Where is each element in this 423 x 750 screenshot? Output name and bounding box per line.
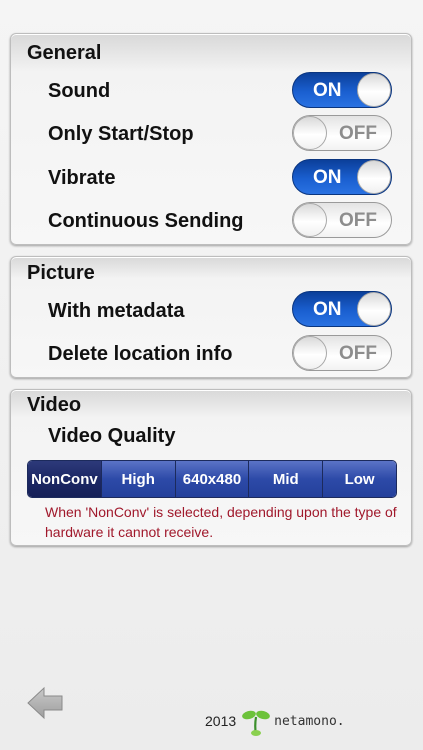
footer: 2013 netamono.: [205, 705, 345, 737]
with-metadata-label: With metadata: [48, 300, 185, 322]
video-quality-segmented-control[interactable]: NonConv High 640x480 Mid Low: [27, 460, 397, 498]
copyright-year: 2013: [205, 713, 237, 729]
delete-location-info-toggle-knob: [293, 336, 327, 370]
only-start-stop-toggle-text: OFF: [339, 123, 377, 144]
vibrate-toggle-knob: [357, 160, 391, 194]
picture-title: Picture: [27, 262, 95, 284]
brand-name: netamono.: [274, 713, 345, 729]
sound-toggle-text: ON: [313, 80, 342, 101]
with-metadata-toggle[interactable]: ON: [292, 291, 392, 327]
continuous-sending-label: Continuous Sending: [48, 210, 244, 232]
segment-nonconv[interactable]: NonConv: [28, 461, 101, 497]
general-panel: General Sound ON Only Start/Stop OFF Vib…: [10, 33, 412, 245]
video-title: Video: [27, 394, 82, 416]
video-quality-label: Video Quality: [48, 425, 176, 447]
sound-toggle[interactable]: ON: [292, 72, 392, 108]
segment-low[interactable]: Low: [322, 461, 396, 497]
delete-location-info-toggle[interactable]: OFF: [292, 335, 392, 371]
settings-screen: General Sound ON Only Start/Stop OFF Vib…: [0, 0, 423, 750]
sound-toggle-knob: [357, 73, 391, 107]
general-title: General: [27, 42, 102, 64]
only-start-stop-toggle-knob: [293, 116, 327, 150]
only-start-stop-toggle[interactable]: OFF: [292, 115, 392, 151]
delete-location-info-toggle-text: OFF: [339, 343, 377, 364]
continuous-sending-toggle[interactable]: OFF: [292, 202, 392, 238]
only-start-stop-label: Only Start/Stop: [48, 123, 194, 145]
video-panel: Video Video Quality NonConv High 640x480…: [10, 389, 412, 546]
sprout-icon: [242, 710, 270, 736]
segment-mid[interactable]: Mid: [248, 461, 323, 497]
segment-high[interactable]: High: [100, 461, 175, 497]
with-metadata-toggle-text: ON: [313, 299, 342, 320]
with-metadata-toggle-knob: [357, 292, 391, 326]
segment-640x480[interactable]: 640x480: [174, 461, 249, 497]
vibrate-toggle[interactable]: ON: [292, 159, 392, 195]
delete-location-info-label: Delete location info: [48, 343, 233, 365]
continuous-sending-toggle-text: OFF: [339, 210, 377, 231]
vibrate-toggle-text: ON: [313, 167, 342, 188]
vibrate-label: Vibrate: [48, 167, 116, 189]
left-arrow-icon: [27, 686, 63, 720]
back-button[interactable]: [26, 683, 66, 723]
picture-panel: Picture With metadata ON Delete location…: [10, 256, 412, 378]
nonconv-warning-note: When 'NonConv' is selected, depending up…: [45, 504, 397, 540]
sound-label: Sound: [48, 80, 111, 102]
continuous-sending-toggle-knob: [293, 203, 327, 237]
